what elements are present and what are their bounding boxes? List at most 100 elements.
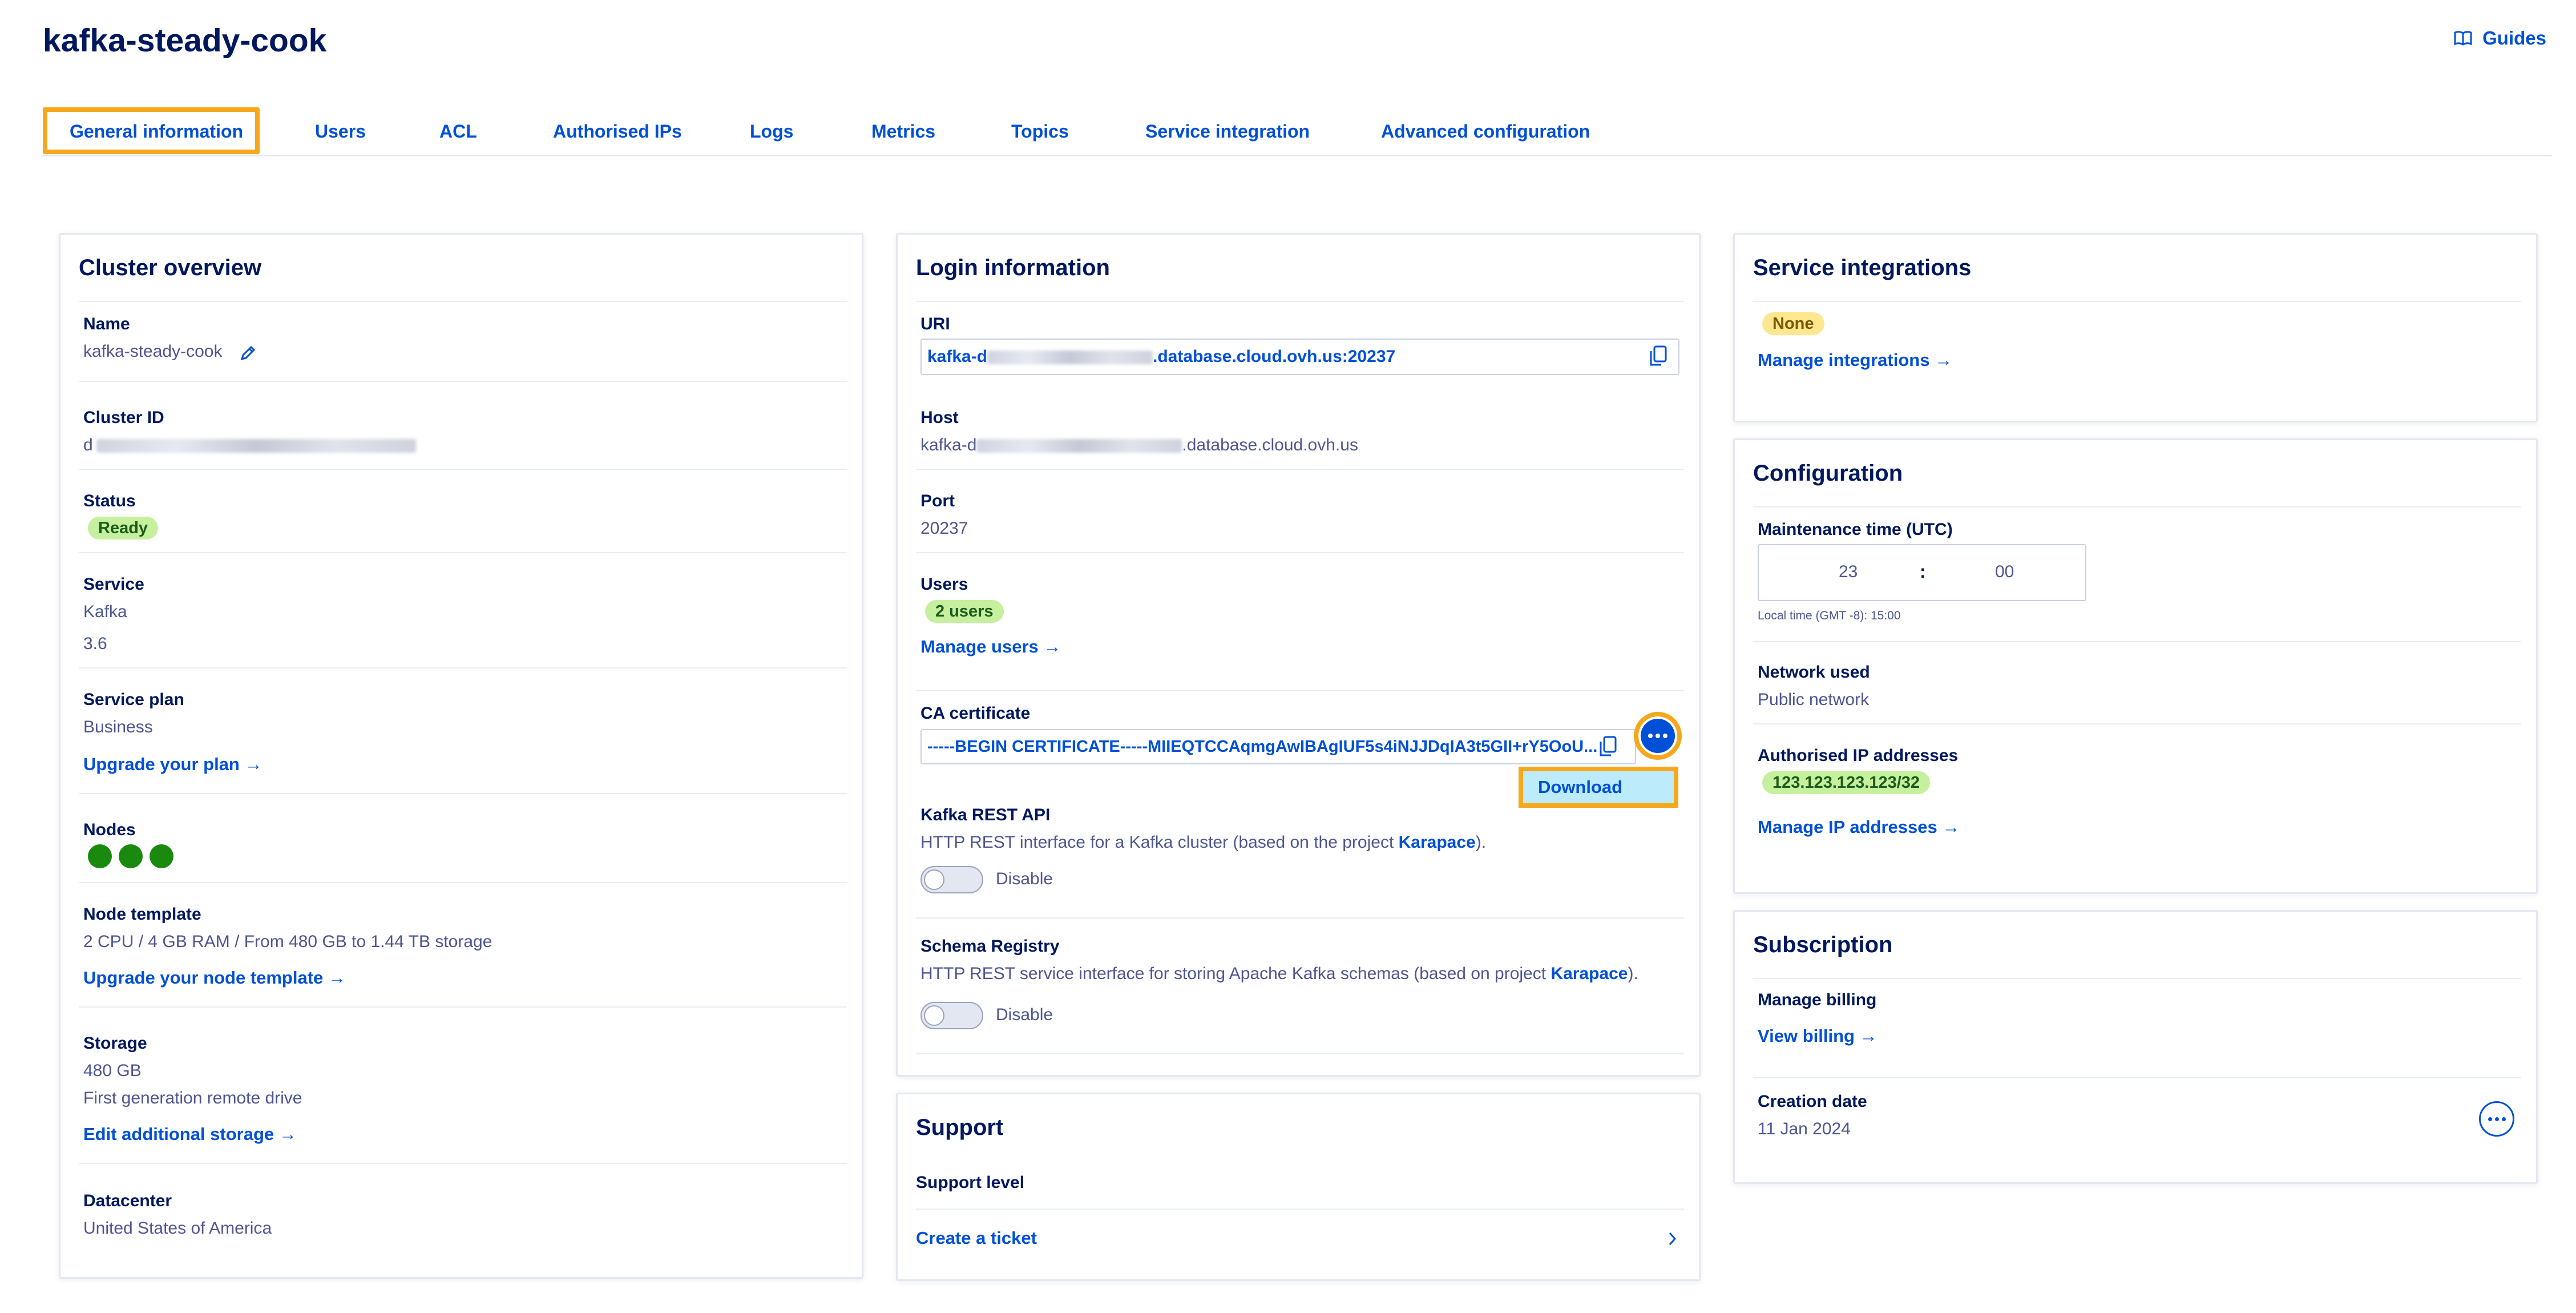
node-template-label: Node template [83,905,201,924]
status-badge: Ready [88,517,159,539]
node-status-dot [150,844,173,868]
copy-certificate-icon[interactable] [1598,736,1618,758]
service-integrations-card: Service integrations None Manage integra… [1733,233,2538,422]
rest-api-toggle-label: Disable [996,869,1053,888]
local-time-text: Local time (GMT -8): 15:00 [1758,609,1901,622]
authorised-ip-badge: 123.123.123.123/32 [1762,771,1931,794]
tab-bar: General information Users ACL Authorised… [41,108,2552,156]
tab-authorised-ips[interactable]: Authorised IPs [553,108,682,154]
support-level-label: Support level [916,1173,1025,1192]
edit-storage-link[interactable]: Edit additional storage → [83,1124,297,1145]
manage-billing-label: Manage billing [1758,990,1877,1009]
plan-value: Business [83,718,153,736]
manage-ip-link[interactable]: Manage IP addresses → [1758,817,1960,837]
uri-label: URI [920,315,950,333]
edit-icon[interactable] [239,344,257,363]
schema-registry-toggle[interactable] [920,1002,983,1029]
chevron-right-icon[interactable] [1667,1230,1678,1247]
page-title: kafka-steady-cook [43,22,327,59]
upgrade-node-template-link[interactable]: Upgrade your node template → [83,968,346,988]
maintenance-time-label: Maintenance time (UTC) [1758,520,1953,539]
service-version: 3.6 [83,634,107,653]
ca-certificate-label: CA certificate [920,704,1031,723]
host-value: kafka-d .database.cloud.ovh.us [920,436,1358,454]
schema-registry-description: HTTP REST service interface for storing … [920,964,1638,983]
rest-api-description: HTTP REST interface for a Kafka cluster … [920,833,1487,852]
node-status-dot [119,844,143,868]
login-information-card: Login information URI kafka-d .database.c… [896,233,1701,1077]
datacenter-value: United States of America [83,1219,272,1238]
upgrade-plan-link[interactable]: Upgrade your plan → [83,754,262,775]
download-menu-item[interactable]: Download [1519,767,1678,808]
karapace-link[interactable]: Karapace [1399,833,1476,852]
creation-date-value: 11 Jan 2024 [1758,1119,1851,1138]
integrations-badge: None [1762,312,1824,335]
cluster-id-label: Cluster ID [83,408,164,427]
karapace-link[interactable]: Karapace [1551,964,1628,983]
time-separator: : [1920,561,1926,582]
nodes-label: Nodes [83,820,136,839]
tab-service-integration[interactable]: Service integration [1145,108,1310,154]
manage-users-link[interactable]: Manage users → [920,637,1061,657]
copy-uri-icon[interactable] [1649,345,1668,367]
host-label: Host [920,408,959,427]
login-information-heading: Login information [916,255,1110,280]
tab-logs[interactable]: Logs [750,108,793,154]
guides-label: Guides [2482,27,2546,49]
creation-date-label: Creation date [1758,1092,1867,1111]
storage-label: Storage [83,1034,147,1053]
subscription-heading: Subscription [1753,932,1893,957]
create-ticket-link[interactable]: Create a ticket [916,1228,1037,1248]
plan-label: Service plan [83,690,184,709]
maintenance-minute[interactable]: 00 [1995,562,2014,582]
service-name: Kafka [83,602,127,621]
datacenter-label: Datacenter [83,1191,172,1210]
service-integrations-heading: Service integrations [1753,255,1972,280]
tab-advanced-configuration[interactable]: Advanced configuration [1381,108,1590,154]
manage-integrations-link[interactable]: Manage integrations → [1758,350,1952,370]
network-used-value: Public network [1758,690,1870,709]
users-label: Users [920,575,968,594]
rest-api-label: Kafka REST API [920,805,1051,824]
maintenance-time-picker[interactable]: 23 : 00 [1758,544,2086,601]
network-used-label: Network used [1758,663,1870,682]
cluster-overview-heading: Cluster overview [79,255,262,280]
subscription-actions-button[interactable] [2479,1101,2514,1137]
name-value: kafka-steady-cook [83,342,223,361]
tab-topics[interactable]: Topics [1011,108,1069,154]
tab-users[interactable]: Users [315,108,366,154]
highlight-general-tab [43,107,260,154]
certificate-actions-button[interactable] [1641,719,1675,753]
guides-link[interactable]: Guides [2454,27,2546,49]
uri-value: kafka-d .database.cloud.ovh.us:20237 [927,347,1396,366]
tab-metrics[interactable]: Metrics [871,108,935,154]
configuration-card: Configuration Maintenance time (UTC) 23 … [1733,438,2538,894]
uri-field[interactable]: kafka-d .database.cloud.ovh.us:20237 [920,339,1679,375]
authorised-ip-label: Authorised IP addresses [1758,746,1959,765]
view-billing-link[interactable]: View billing → [1758,1026,1878,1046]
status-label: Status [83,492,136,510]
storage-type: First generation remote drive [83,1089,302,1107]
port-label: Port [920,492,955,510]
maintenance-hour[interactable]: 23 [1839,562,1858,582]
tab-acl[interactable]: ACL [439,108,477,154]
port-value: 20237 [920,519,968,538]
support-card: Support Support level Create a ticket [896,1093,1701,1281]
storage-value: 480 GB [83,1061,142,1080]
ca-certificate-field[interactable]: -----BEGIN CERTIFICATE-----MIIEQTCCAqmgA… [920,729,1636,764]
configuration-heading: Configuration [1753,461,1903,486]
cluster-id-value: d [83,436,416,455]
schema-registry-label: Schema Registry [920,937,1060,956]
node-status-dot [88,844,112,868]
node-template-value: 2 CPU / 4 GB RAM / From 480 GB to 1.44 T… [83,932,492,951]
cluster-overview-card: Cluster overview Name kafka-steady-cook … [59,233,863,1279]
subscription-card: Subscription Manage billing View billing… [1733,910,2538,1184]
support-heading: Support [916,1115,1004,1140]
name-label: Name [83,315,130,333]
cluster-id-redacted [96,439,416,453]
rest-api-toggle[interactable] [920,866,983,893]
schema-registry-toggle-label: Disable [996,1005,1053,1024]
service-label: Service [83,575,144,594]
book-icon [2454,31,2472,46]
ca-certificate-value: -----BEGIN CERTIFICATE-----MIIEQTCCAqmgA… [927,737,1598,756]
